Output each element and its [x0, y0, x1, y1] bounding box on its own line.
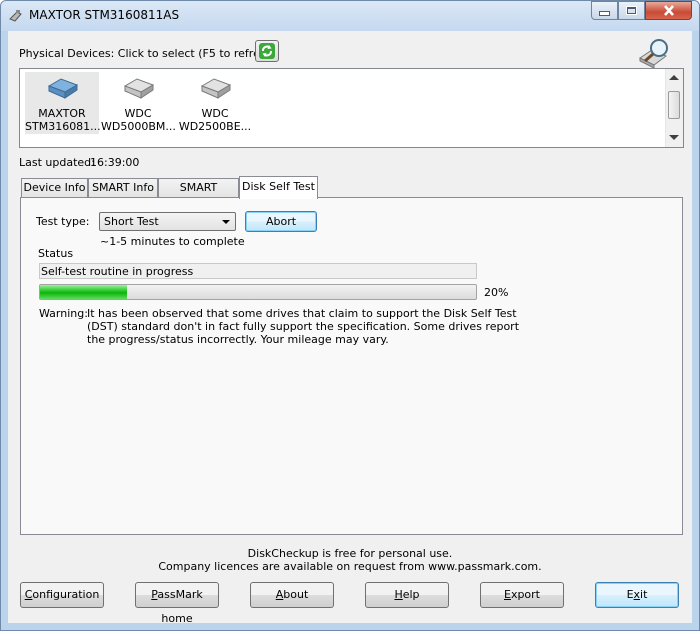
exit-button[interactable]: Exit [595, 582, 679, 608]
status-field: Self-test routine in progress [39, 263, 477, 279]
status-label: Status [38, 247, 74, 260]
refresh-icon [259, 43, 275, 59]
last-updated-label: Last updated: [19, 156, 95, 169]
tab-smart-history[interactable]: SMART History [158, 178, 239, 212]
refresh-button[interactable] [255, 40, 279, 62]
duration-note: ~1-5 minutes to complete [100, 235, 245, 248]
device-model: WD2500BE... [178, 120, 252, 133]
device-item-maxtor[interactable]: MAXTOR STM316081... [25, 72, 101, 134]
device-item-wdc-1[interactable]: WDC WD5000BM... [101, 72, 176, 134]
footer-license-line: DiskCheckup is free for personal use. [247, 547, 453, 560]
device-model: WD5000BM... [101, 120, 176, 133]
magnifier-icon [639, 39, 668, 69]
window-title: MAXTOR STM3160811AS [29, 8, 180, 22]
device-list[interactable]: MAXTOR STM316081... WDC WD5000BM... WDC … [19, 68, 684, 148]
test-type-select[interactable]: Short Test [99, 212, 236, 231]
test-type-value: Short Test [104, 215, 159, 228]
device-name: WDC [124, 107, 152, 120]
app-window: MAXTOR STM3160811AS Physical Devices: Cl… [0, 0, 700, 631]
help-button[interactable]: Help [365, 582, 449, 608]
disk-self-test-panel: Test type: Short Test Abort ~1-5 minutes… [20, 197, 683, 535]
export-button[interactable]: Export [480, 582, 564, 608]
footer-company-line: Company licences are available on reques… [158, 560, 542, 573]
device-name: WDC [201, 107, 229, 120]
app-icon [9, 10, 22, 22]
tab-device-info[interactable]: Device Info [21, 178, 88, 198]
maximize-button[interactable] [618, 1, 645, 20]
last-updated-value: 16:39:00 [90, 156, 140, 169]
device-item-wdc-2[interactable]: WDC WD2500BE... [178, 72, 252, 134]
warning-line: (DST) standard don't in fact fully suppo… [87, 320, 520, 333]
warning-label: Warning: [39, 307, 88, 320]
maximize-icon [627, 7, 636, 14]
tab-disk-self-test[interactable]: Disk Self Test [239, 176, 318, 199]
hard-drive-icon [200, 78, 232, 99]
close-icon [663, 5, 674, 16]
status-value: Self-test routine in progress [41, 265, 194, 278]
device-list-scrollbar[interactable] [665, 69, 683, 147]
scroll-up-icon[interactable] [669, 75, 679, 80]
minimize-button[interactable] [591, 1, 618, 20]
scroll-down-icon[interactable] [669, 135, 679, 140]
hard-drive-icon [47, 78, 79, 99]
test-type-label: Test type: [36, 215, 90, 228]
about-button[interactable]: About [250, 582, 334, 608]
device-name: MAXTOR [38, 107, 86, 120]
passmark-home-button[interactable]: PassMark home [135, 582, 219, 625]
chevron-down-icon [222, 220, 230, 224]
progress-fill [40, 285, 128, 299]
tab-smart-info[interactable]: SMART Info [88, 178, 158, 198]
warning-line: It has been observed that some drives th… [87, 307, 517, 320]
progress-percent: 20% [484, 286, 509, 299]
search-button[interactable] [636, 36, 676, 69]
title-bar[interactable]: MAXTOR STM3160811AS [1, 1, 699, 31]
self-test-progress-bar [39, 284, 477, 300]
configuration-button[interactable]: Configuration [20, 582, 104, 608]
close-window-button[interactable] [645, 1, 692, 20]
minimize-icon [599, 11, 610, 16]
hard-drive-icon [123, 78, 155, 99]
device-model: STM316081... [25, 120, 101, 133]
warning-line: the progress/status incorrectly. Your mi… [87, 333, 389, 346]
client-area: Physical Devices: Click to select (F5 to… [8, 31, 692, 625]
abort-button[interactable]: Abort [245, 211, 317, 232]
scroll-thumb[interactable] [668, 91, 680, 119]
physical-devices-label: Physical Devices: Click to select (F5 to… [19, 47, 277, 60]
